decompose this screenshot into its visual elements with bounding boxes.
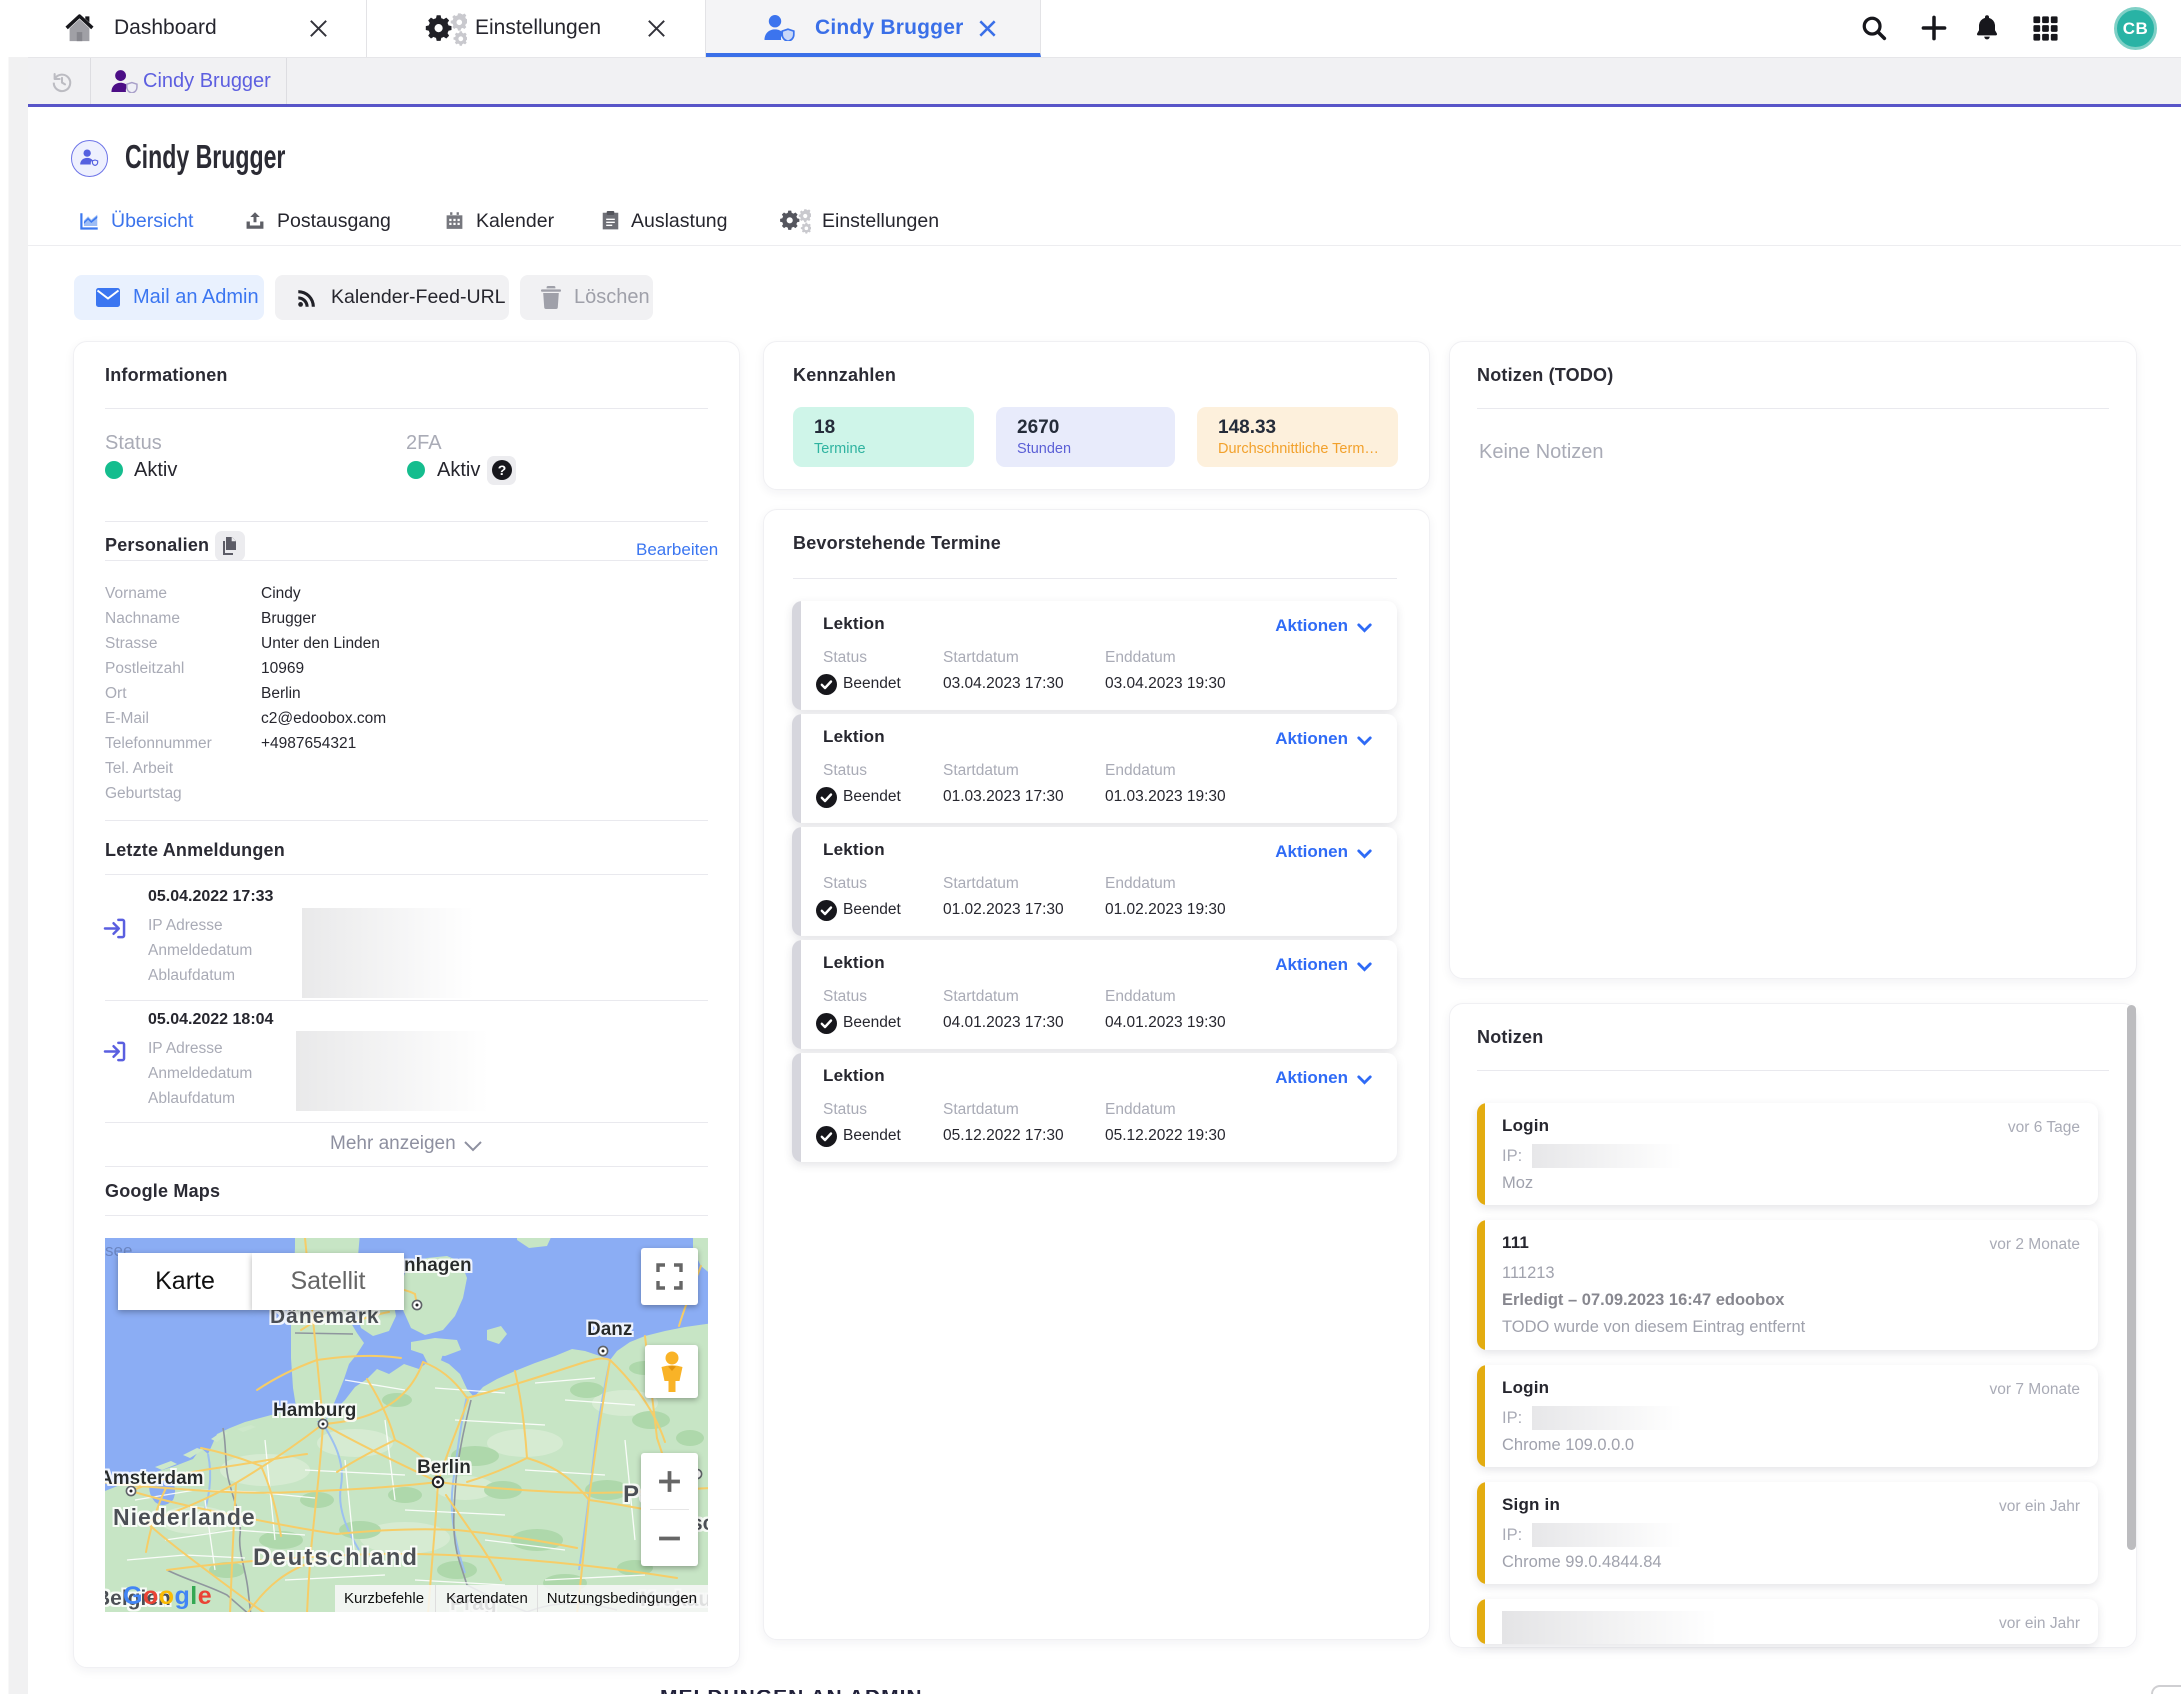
svg-text:Amsterdam: Amsterdam <box>105 1468 204 1489</box>
svg-text:Hamburg: Hamburg <box>273 1400 356 1421</box>
svg-text:Niederlande: Niederlande <box>113 1504 256 1530</box>
svg-text:nhagen: nhagen <box>404 1255 472 1276</box>
svg-text:Danz: Danz <box>587 1319 632 1340</box>
svg-text:Berlin: Berlin <box>417 1457 471 1478</box>
svg-text:Deutschland: Deutschland <box>253 1544 419 1571</box>
